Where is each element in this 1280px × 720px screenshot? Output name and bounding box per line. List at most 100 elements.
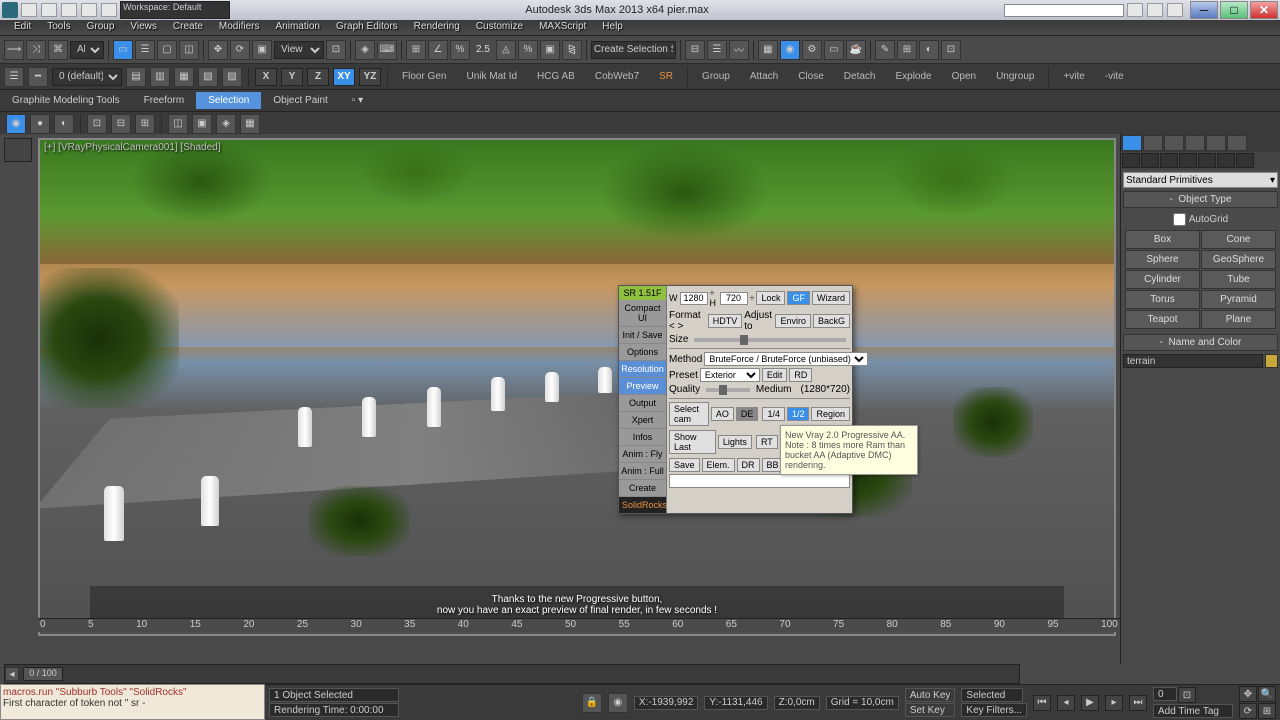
percent-snap-icon[interactable]: % xyxy=(450,40,470,60)
sr-height-input[interactable] xyxy=(720,292,748,305)
window-crossing-icon[interactable]: ◫ xyxy=(179,40,199,60)
layer-btn3-icon[interactable]: ▦ xyxy=(174,67,194,87)
layer-wire-icon[interactable]: ━ xyxy=(28,67,48,87)
material-editor-icon[interactable]: ◉ xyxy=(780,40,800,60)
obj-cylinder-button[interactable]: Cylinder xyxy=(1125,270,1200,289)
scale-icon[interactable]: ▣ xyxy=(252,40,272,60)
layers-btn-icon[interactable]: ☰ xyxy=(4,67,24,87)
time-config-icon[interactable]: ⊡ xyxy=(1178,687,1196,703)
sr-rd-button[interactable]: RD xyxy=(789,368,812,382)
sr-animfull-button[interactable]: Anim : Full xyxy=(619,463,666,480)
link-icon[interactable]: ⟶ xyxy=(4,40,24,60)
keyfilters-button[interactable]: Key Filters... xyxy=(961,703,1027,717)
btn-close[interactable]: Close xyxy=(790,69,832,84)
coord-x[interactable]: X:-1939,992 xyxy=(634,696,699,710)
obj-box-button[interactable]: Box xyxy=(1125,230,1200,249)
time-ruler[interactable]: 0510152025303540455055606570758085909510… xyxy=(38,618,1120,632)
sr-method-dropdown[interactable]: BruteForce / BruteForce (unbiased) xyxy=(704,352,868,366)
add-time-tag-button[interactable]: Add Time Tag xyxy=(1153,704,1233,718)
sr-selectcam-button[interactable]: Select cam xyxy=(669,402,709,426)
hierarchy-tab-icon[interactable] xyxy=(1164,135,1184,151)
move-icon[interactable]: ✥ xyxy=(208,40,228,60)
info-icon[interactable] xyxy=(1167,3,1183,17)
time-slider[interactable]: 0 / 100 xyxy=(23,667,63,681)
select-region-icon[interactable]: ▢ xyxy=(157,40,177,60)
btn-detach[interactable]: Detach xyxy=(836,69,884,84)
plugin-unikmatid[interactable]: Unik Mat Id xyxy=(458,69,525,84)
helpers-subtab-icon[interactable] xyxy=(1198,153,1216,168)
tab-graphite[interactable]: Graphite Modeling Tools xyxy=(0,92,132,109)
sr-quality-slider[interactable] xyxy=(706,388,750,392)
btn-group[interactable]: Group xyxy=(694,69,738,84)
menu-rendering[interactable]: Rendering xyxy=(406,20,468,35)
sr-compactui-button[interactable]: Compact UI xyxy=(619,300,666,327)
ref-coord-dropdown[interactable]: View xyxy=(274,41,324,59)
goto-end-icon[interactable]: ⏭ xyxy=(1129,695,1147,711)
sr-resolution-button[interactable]: Resolution xyxy=(619,361,666,378)
goto-start-icon[interactable]: ⏮ xyxy=(1033,695,1051,711)
sr-dr-button[interactable]: DR xyxy=(737,458,760,472)
selection-set-input[interactable] xyxy=(591,41,676,59)
tab-freeform[interactable]: Freeform xyxy=(132,92,197,109)
ribbon-collapse-icon[interactable]: ▫ ▾ xyxy=(340,92,375,109)
render-icon[interactable]: ☕ xyxy=(846,40,866,60)
star-icon[interactable] xyxy=(1147,3,1163,17)
layer-btn5-icon[interactable]: ▨ xyxy=(222,67,242,87)
sr-region-button[interactable]: Region xyxy=(811,407,850,421)
sr-save-button[interactable]: Save xyxy=(669,458,700,472)
close-button[interactable]: ✕ xyxy=(1250,1,1278,19)
manipulate-icon[interactable]: ◈ xyxy=(355,40,375,60)
plugin-floorgen[interactable]: Floor Gen xyxy=(394,69,454,84)
menu-modifiers[interactable]: Modifiers xyxy=(211,20,268,35)
rollout-name-color[interactable]: - Name and Color xyxy=(1123,334,1278,351)
sr-output-button[interactable]: Output xyxy=(619,395,666,412)
ribbon-tool8-icon[interactable]: ▣ xyxy=(192,114,212,134)
axis-y-button[interactable]: Y xyxy=(281,68,303,86)
ribbon-tool5-icon[interactable]: ⊟ xyxy=(111,114,131,134)
sr-infos-button[interactable]: Infos xyxy=(619,429,666,446)
sr-hdtv-button[interactable]: HDTV xyxy=(708,314,743,328)
sr-rt-button[interactable]: RT xyxy=(756,435,778,449)
ribbon-tool9-icon[interactable]: ◈ xyxy=(216,114,236,134)
qat-redo-icon[interactable] xyxy=(101,3,117,17)
object-color-swatch[interactable] xyxy=(1265,354,1278,368)
plugin-sr[interactable]: SR xyxy=(651,69,681,84)
sr-xpert-button[interactable]: Xpert xyxy=(619,412,666,429)
mirror-icon[interactable]: ⧎ xyxy=(562,40,582,60)
qat-undo-icon[interactable] xyxy=(81,3,97,17)
sr-lights-button[interactable]: Lights xyxy=(718,435,752,449)
ribbon-tool3-icon[interactable]: ◐ xyxy=(54,114,74,134)
current-frame-input[interactable] xyxy=(1153,687,1177,701)
help-search-input[interactable] xyxy=(1004,4,1124,17)
sr-lock-button[interactable]: Lock xyxy=(756,291,785,305)
obj-torus-button[interactable]: Torus xyxy=(1125,290,1200,309)
ribbon-tool7-icon[interactable]: ◫ xyxy=(168,114,188,134)
obj-sphere-button[interactable]: Sphere xyxy=(1125,250,1200,269)
btn-plusvite[interactable]: +vite xyxy=(1055,69,1092,84)
tool-a-icon[interactable]: ✎ xyxy=(875,40,895,60)
ribbon-tool6-icon[interactable]: ⊞ xyxy=(135,114,155,134)
lock-selection-icon[interactable]: 🔒 xyxy=(582,693,602,713)
qat-open-icon[interactable] xyxy=(41,3,57,17)
menu-views[interactable]: Views xyxy=(122,20,165,35)
category-dropdown[interactable]: Standard Primitives▾ xyxy=(1123,172,1278,188)
systems-subtab-icon[interactable] xyxy=(1236,153,1254,168)
percent-icon[interactable]: % xyxy=(518,40,538,60)
keymode-dropdown[interactable]: Selected xyxy=(961,688,1023,702)
layer-dropdown[interactable]: 0 (default) xyxy=(52,68,122,86)
tab-objectpaint[interactable]: Object Paint xyxy=(261,92,339,109)
menu-edit[interactable]: Edit xyxy=(6,20,39,35)
sr-de-button[interactable]: DE xyxy=(736,407,759,421)
menu-create[interactable]: Create xyxy=(165,20,211,35)
plugin-cobweb7[interactable]: CobWeb7 xyxy=(587,69,647,84)
sr-path-input[interactable] xyxy=(669,474,850,488)
schematic-icon[interactable]: ▦ xyxy=(758,40,778,60)
sr-gf-button[interactable]: GF xyxy=(787,291,810,305)
viewport[interactable]: [+] [VRayPhysicalCamera001] [Shaded] Tha… xyxy=(38,138,1116,636)
render-setup-icon[interactable]: ⚙ xyxy=(802,40,822,60)
sr-wizard-button[interactable]: Wizard xyxy=(812,291,850,305)
workspace-dropdown[interactable]: Workspace: Default xyxy=(120,1,230,19)
obj-cone-button[interactable]: Cone xyxy=(1201,230,1276,249)
axis-yz-button[interactable]: YZ xyxy=(359,68,381,86)
named-sel-icon[interactable]: ▣ xyxy=(540,40,560,60)
